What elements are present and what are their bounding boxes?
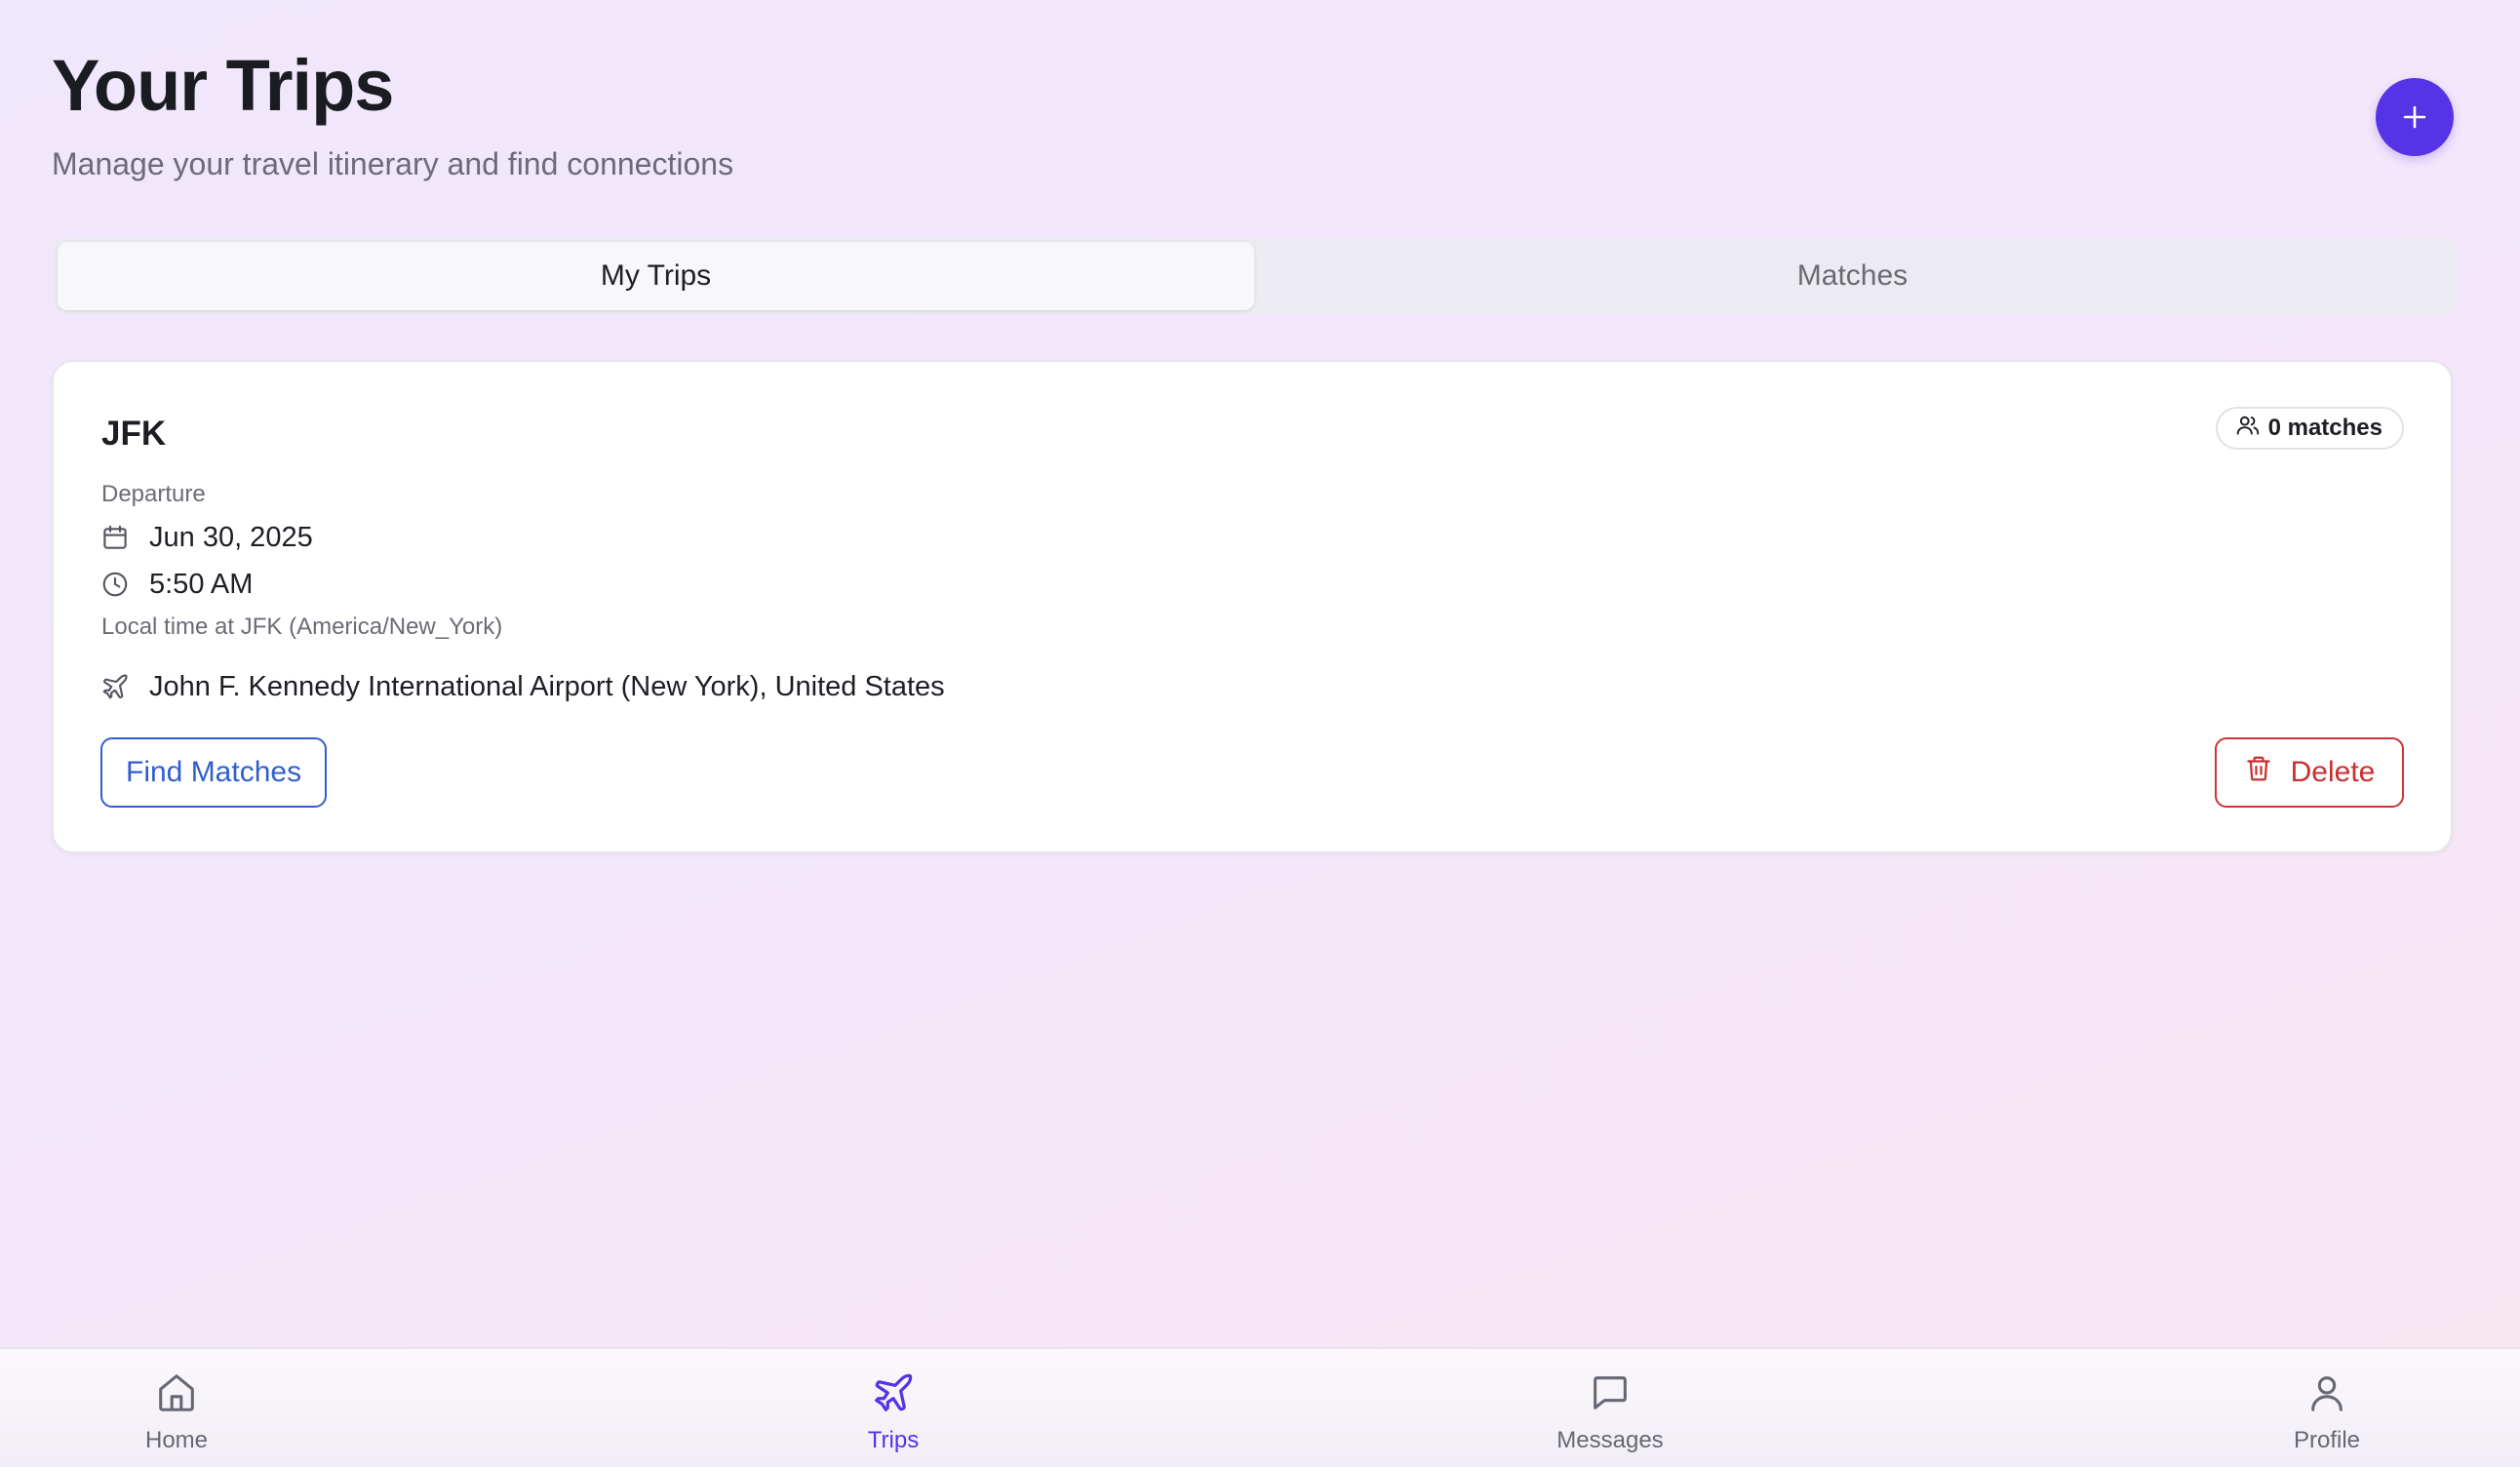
plus-icon xyxy=(2400,102,2429,132)
trip-card: JFK 0 matches Departure Jun 30, 2025 5:5… xyxy=(52,360,2453,853)
nav-item-profile[interactable]: Profile xyxy=(2229,1370,2424,1455)
matches-count: 0 matches xyxy=(2267,415,2382,441)
add-trip-button[interactable] xyxy=(2376,78,2454,156)
trip-time: 5:50 AM xyxy=(149,569,254,600)
find-matches-button[interactable]: Find Matches xyxy=(100,737,328,808)
trip-date-row: Jun 30, 2025 xyxy=(100,518,313,557)
nav-label-messages: Messages xyxy=(1556,1427,1664,1453)
bottom-nav: Home Trips Messages Profile xyxy=(0,1347,2520,1467)
local-time-note: Local time at JFK (America/New_York) xyxy=(101,614,503,640)
trip-airport-row: John F. Kennedy International Airport (N… xyxy=(100,667,945,706)
trip-type-label: Departure xyxy=(101,481,206,507)
nav-label-trips: Trips xyxy=(867,1427,920,1453)
page-subtitle: Manage your travel itinerary and find co… xyxy=(52,146,734,181)
trip-time-row: 5:50 AM xyxy=(100,565,253,604)
trip-airport-code: JFK xyxy=(101,415,167,453)
calendar-icon xyxy=(100,523,130,552)
nav-item-messages[interactable]: Messages xyxy=(1513,1370,1708,1455)
users-icon xyxy=(2235,413,2261,445)
tab-my-trips[interactable]: My Trips xyxy=(58,242,1254,310)
trip-airport-name: John F. Kennedy International Airport (N… xyxy=(149,671,945,702)
clock-icon xyxy=(100,570,130,599)
nav-label-profile: Profile xyxy=(2293,1427,2361,1453)
trip-date: Jun 30, 2025 xyxy=(149,522,313,553)
user-icon xyxy=(2304,1370,2349,1420)
trip-tabs: My Trips Matches xyxy=(54,238,2455,314)
delete-label: Delete xyxy=(2290,756,2376,788)
nav-item-trips[interactable]: Trips xyxy=(796,1370,991,1455)
trash-icon xyxy=(2244,754,2273,791)
delete-trip-button[interactable]: Delete xyxy=(2215,737,2404,808)
plane-icon xyxy=(100,672,130,701)
home-icon xyxy=(154,1370,199,1420)
plane-icon xyxy=(871,1370,916,1420)
nav-item-home[interactable]: Home xyxy=(79,1370,274,1455)
matches-badge: 0 matches xyxy=(2215,407,2404,450)
page-title: Your Trips xyxy=(52,45,394,126)
nav-label-home: Home xyxy=(144,1427,209,1453)
message-icon xyxy=(1588,1370,1633,1420)
tab-matches[interactable]: Matches xyxy=(1254,242,2451,310)
